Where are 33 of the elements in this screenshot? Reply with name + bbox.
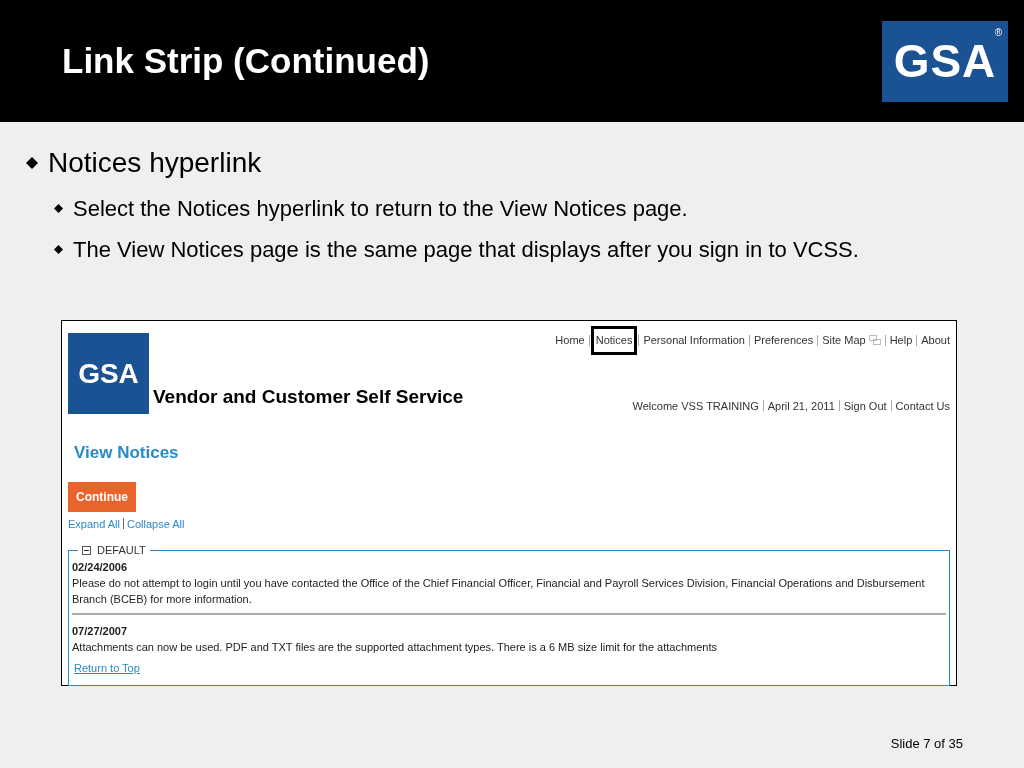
nav-link[interactable]: Preferences: [753, 332, 814, 349]
bullet-text: Notices hyperlink: [48, 146, 262, 180]
slide-number: Slide 7 of 35: [890, 735, 963, 753]
bullet-icon: [54, 204, 63, 213]
page-title: View Notices: [74, 442, 180, 464]
sitemap-icon: [868, 335, 881, 346]
slide-title: Link Strip (Continued): [62, 39, 430, 82]
notice-text: Please do not attempt to login until you have contacted the Office of the Chief Financial Officer, Financial and Payroll Services Division, Financial Operations and Disbursement Branch (BCEB) for more information.: [72, 575, 926, 607]
collapse-icon[interactable]: [82, 545, 91, 555]
header-link[interactable]: Contact Us: [895, 397, 950, 414]
nav-link[interactable]: Site Map: [822, 332, 866, 349]
nav-link[interactable]: Notices: [593, 329, 635, 352]
gsa-logo: GSA ®: [882, 20, 1008, 102]
collapse-all-link[interactable]: Collapse All: [127, 515, 185, 532]
bullet-text: The View Notices page is the same page that displays after you sign in to VCSS.: [73, 236, 859, 264]
nav-link[interactable]: Home: [555, 332, 585, 349]
return-to-top-link[interactable]: Return to Top: [74, 659, 140, 676]
expand-all-link[interactable]: Expand All: [68, 515, 120, 532]
site-title: Vendor and Customer Self Service: [153, 384, 464, 409]
nav-link[interactable]: Personal Information: [643, 332, 745, 349]
bullet-text: Select the Notices hyperlink to return to the View Notices page.: [73, 195, 688, 223]
notice-date: 02/24/2006: [72, 559, 129, 575]
header-text: Welcome VSS TRAINING: [632, 398, 759, 414]
header-link[interactable]: Sign Out: [843, 397, 887, 414]
gsa-logo: GSA: [68, 333, 149, 414]
section-title: DEFAULT: [97, 543, 146, 558]
nav-link[interactable]: About: [921, 332, 950, 349]
bullet-icon: [54, 245, 63, 254]
nav-link[interactable]: Help: [889, 332, 913, 349]
notice-date: 07/27/2007: [72, 623, 129, 639]
header-text: April 21, 2011: [767, 398, 835, 414]
notice-text: Attachments can now be used. PDF and TXT files are the supported attachment types. There is a 6 MB size limit for the attachments: [72, 639, 719, 655]
bullet-icon: [26, 157, 38, 169]
